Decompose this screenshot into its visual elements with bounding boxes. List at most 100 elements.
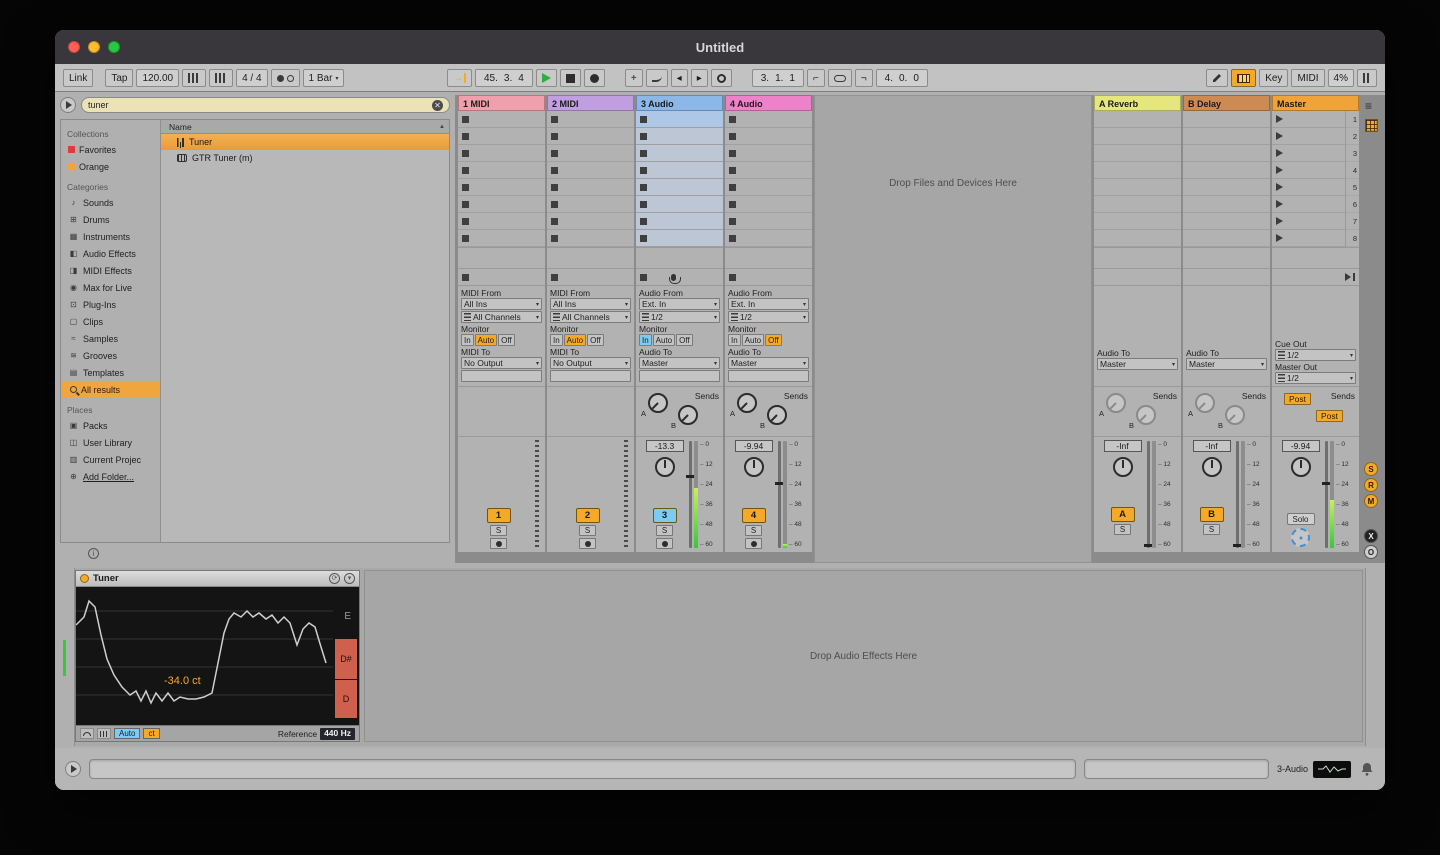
input-channel-select[interactable]: 1/2 ▾ [639,311,720,323]
monitor-off-button[interactable]: Off [765,334,782,346]
sidebar-item-grooves[interactable]: ≋ Grooves [61,347,160,364]
return-slot[interactable] [1094,179,1181,196]
sidebar-item-midi-effects[interactable]: ◨ MIDI Effects [61,262,160,279]
track-header[interactable]: B Delay [1183,95,1270,111]
nudge-down-button[interactable] [182,69,207,87]
scene-play-icon[interactable] [1276,132,1283,140]
pan-knob[interactable] [743,457,764,477]
result-row-gtr-tuner[interactable]: GTR Tuner (m) [161,150,449,166]
scene-number[interactable]: 4 [1346,162,1359,179]
return-slot[interactable] [1094,128,1181,145]
stop-button[interactable] [559,69,581,87]
send-a-post-button[interactable]: Post [1284,393,1312,405]
scene-play-icon[interactable] [1276,166,1283,174]
session-record-button[interactable] [710,69,732,87]
clip-slot[interactable] [458,145,545,162]
scene-number[interactable]: 2 [1346,128,1359,145]
clip-slot[interactable] [725,145,812,162]
browser-search[interactable]: ✕ [81,97,450,113]
clip-stop-icon[interactable] [640,273,647,281]
output-channel-select[interactable] [728,370,809,382]
quantization-menu[interactable]: 1 Bar ▾ [302,69,345,87]
sidebar-item-favorites[interactable]: Favorites [61,141,160,158]
volume-fader[interactable] [775,441,784,548]
output-type-select[interactable]: No Output ▾ [550,357,631,369]
clip-slot[interactable] [636,128,723,145]
name-column-header[interactable]: Name [169,122,192,132]
monitor-in-button[interactable]: In [550,334,563,346]
scene-slot[interactable] [1272,230,1345,247]
clip-stop-row[interactable] [636,269,723,286]
volume-field[interactable]: -Inf [1192,440,1231,452]
output-channel-select[interactable] [639,370,720,382]
output-type-select[interactable]: Master ▾ [639,357,720,369]
clip-slot[interactable] [636,213,723,230]
send-b-knob[interactable] [1225,405,1245,425]
return-slot[interactable] [1183,230,1270,247]
monitor-auto-button[interactable]: Auto [652,334,676,346]
clip-slot[interactable] [547,145,634,162]
track-activator-button[interactable]: 3 [652,508,677,523]
io-show-toggle[interactable]: O [1364,545,1378,559]
return-slot[interactable] [1094,196,1181,213]
send-a-knob[interactable] [737,393,757,413]
return-slot[interactable] [1094,213,1181,230]
clip-slot[interactable] [547,111,634,128]
pan-knob[interactable] [1201,457,1222,477]
cents-mode-button[interactable]: ct [143,728,160,739]
result-row-tuner[interactable]: Tuner [161,134,449,150]
scene-slot[interactable] [1272,179,1345,196]
send-a-knob[interactable] [1195,393,1215,413]
punch-out-button[interactable]: ¬ [854,69,873,87]
reference-value-field[interactable]: 440 Hz [320,727,355,740]
solo-button[interactable]: S [656,525,673,536]
volume-fader[interactable] [1322,441,1331,548]
arm-button[interactable] [656,538,673,549]
clip-slot[interactable] [458,128,545,145]
volume-field[interactable]: -9.94 [734,440,773,452]
output-type-select[interactable]: Master ▾ [1097,358,1178,370]
clip-slot[interactable] [458,179,545,196]
clip-slot[interactable] [458,162,545,179]
clip-stop-icon[interactable] [551,273,558,281]
scene-number[interactable]: 5 [1346,179,1359,196]
scene-number[interactable]: 3 [1346,145,1359,162]
time-signature-field[interactable]: 4 / 4 [236,69,268,87]
track-header[interactable]: 3 Audio [636,95,723,111]
volume-fader[interactable] [1233,441,1242,548]
arm-button[interactable] [579,538,596,549]
scene-number[interactable]: 1 [1346,111,1359,128]
save-preset-icon[interactable]: ▾ [344,573,355,584]
solo-button[interactable]: S [1114,524,1131,535]
stop-all-clips-button[interactable] [1345,273,1355,281]
punch-in-button[interactable]: ⌐ [806,69,825,87]
monitor-off-button[interactable]: Off [676,334,693,346]
track-header[interactable]: 2 MIDI [547,95,634,111]
send-b-knob[interactable] [767,405,787,425]
return-slot[interactable] [1094,230,1181,247]
sidebar-item-clips[interactable]: ▢ Clips [61,313,160,330]
close-window-button[interactable] [68,41,80,53]
pan-knob[interactable] [1112,457,1133,477]
return-activator-button[interactable]: B [1199,507,1224,522]
return-slot[interactable] [1183,196,1270,213]
arm-button[interactable] [490,538,507,549]
clear-search-icon[interactable]: ✕ [432,99,443,111]
scene-play-icon[interactable] [1276,115,1283,123]
monitor-in-button[interactable]: In [639,334,652,346]
clip-slot[interactable] [547,162,634,179]
record-button[interactable] [583,69,605,87]
arm-button[interactable] [745,538,762,549]
return-activator-button[interactable]: A [1110,507,1135,522]
clip-stop-icon[interactable] [729,273,736,281]
sidebar-item-instruments[interactable]: ▦ Instruments [61,228,160,245]
track-header[interactable]: 4 Audio [725,95,812,111]
monitor-in-button[interactable]: In [728,334,741,346]
sidebar-item-add-folder[interactable]: ⊕ Add Folder... [61,468,160,485]
tap-tempo-button[interactable]: Tap [105,69,134,87]
solo-cue-button[interactable]: Solo [1286,513,1315,525]
send-b-post-button[interactable]: Post [1316,410,1344,422]
master-track-header[interactable]: Master [1272,95,1359,111]
sidebar-item-samples[interactable]: ≈ Samples [61,330,160,347]
return-slot[interactable] [1183,145,1270,162]
